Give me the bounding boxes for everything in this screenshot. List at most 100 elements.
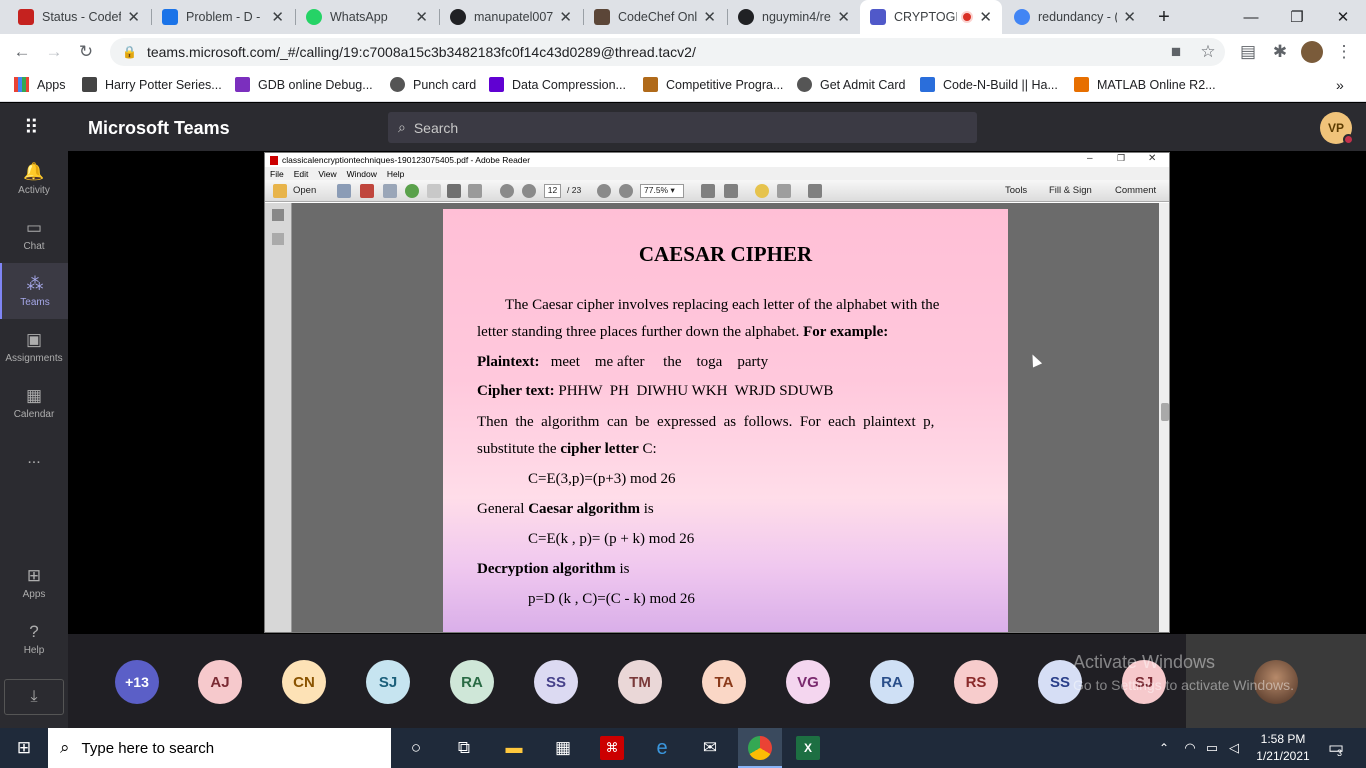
zoom-in-icon[interactable] <box>619 184 633 198</box>
participant-avatar[interactable]: SJ <box>366 660 410 704</box>
participant-avatar[interactable]: RA <box>450 660 494 704</box>
store-icon[interactable]: ▦ <box>551 736 575 760</box>
browser-tab[interactable]: Problem - D - ✕ <box>152 0 294 34</box>
participant-avatar[interactable]: VG <box>786 660 830 704</box>
excel-icon[interactable]: X <box>796 736 820 760</box>
print-icon[interactable] <box>447 184 461 198</box>
zoom-select[interactable]: 77.5% ▾ <box>640 184 684 198</box>
reader-minimize-button[interactable]: – <box>1087 153 1093 164</box>
participant-avatar[interactable]: TM <box>618 660 662 704</box>
next-page-icon[interactable] <box>522 184 536 198</box>
restore-button[interactable]: ❐ <box>1274 0 1320 34</box>
close-icon[interactable]: ✕ <box>837 8 850 26</box>
folder-icon[interactable] <box>273 184 287 198</box>
close-window-button[interactable]: ✕ <box>1320 0 1366 34</box>
puzzle-icon[interactable]: ✱ <box>1268 40 1292 64</box>
url-field[interactable]: 🔒 teams.microsoft.com/_#/calling/19:c700… <box>110 38 1225 66</box>
tools-button[interactable]: Tools <box>1005 185 1027 196</box>
attachments-icon[interactable] <box>272 233 284 245</box>
menu-help[interactable]: Help <box>387 169 404 179</box>
clock-date[interactable]: 1/21/2021 <box>1252 749 1314 763</box>
acrobat-icon[interactable]: ⌘ <box>600 736 624 760</box>
rail-item-apps[interactable]: ⊞ Apps <box>0 555 68 611</box>
bookmark-item[interactable]: Harry Potter Series... <box>82 77 222 92</box>
participant-avatar[interactable]: CN <box>282 660 326 704</box>
menu-file[interactable]: File <box>270 169 284 179</box>
close-icon[interactable]: ✕ <box>127 8 140 26</box>
rail-item-help[interactable]: ? Help <box>0 611 68 667</box>
more-participants-button[interactable]: +13 <box>115 660 159 704</box>
scrollbar-thumb[interactable] <box>1161 403 1169 421</box>
close-icon[interactable]: ✕ <box>559 8 572 26</box>
rail-item-activity[interactable]: 🔔 Activity <box>0 151 68 207</box>
menu-view[interactable]: View <box>318 169 336 179</box>
close-icon[interactable]: ✕ <box>271 8 284 26</box>
participant-avatar[interactable]: RS <box>954 660 998 704</box>
export-icon[interactable] <box>360 184 374 198</box>
bookmark-apps[interactable]: Apps <box>14 77 66 92</box>
bookmark-item[interactable]: Get Admit Card <box>797 77 905 92</box>
browser-tab[interactable]: manupatel007 ✕ <box>440 0 582 34</box>
close-icon[interactable]: ✕ <box>1123 8 1136 26</box>
edge-icon[interactable]: e <box>650 736 674 760</box>
browser-tab[interactable]: redundancy - ( ✕ <box>1004 0 1146 34</box>
windows-start-icon[interactable]: ⊞ <box>12 736 36 760</box>
new-tab-button[interactable]: + <box>1146 0 1182 34</box>
open-button[interactable]: Open <box>293 185 316 196</box>
browser-tab[interactable]: Status - Codef ✕ <box>8 0 150 34</box>
menu-edit[interactable]: Edit <box>294 169 309 179</box>
cortana-icon[interactable]: ○ <box>404 736 428 760</box>
extension-icon[interactable]: ▤ <box>1236 40 1260 64</box>
reader-restore-button[interactable]: ❐ <box>1117 153 1125 164</box>
cloud-icon[interactable] <box>405 184 419 198</box>
mail-icon[interactable]: ✉ <box>698 736 722 760</box>
close-icon[interactable]: ✕ <box>415 8 428 26</box>
search-input[interactable]: ⌕ Search <box>388 112 977 143</box>
profile-avatar[interactable] <box>1300 40 1324 64</box>
vertical-scrollbar[interactable] <box>1159 203 1169 632</box>
participant-avatar[interactable]: RA <box>870 660 914 704</box>
bookmark-item[interactable]: Data Compression... <box>489 77 626 92</box>
menu-icon[interactable]: ⋮ <box>1332 40 1356 64</box>
reader-close-button[interactable]: ✕ <box>1148 153 1156 164</box>
create-pdf-icon[interactable] <box>337 184 351 198</box>
fit-width-icon[interactable] <box>724 184 738 198</box>
rail-item-more[interactable]: ... <box>0 431 68 487</box>
tray-chevron-icon[interactable]: ⌃ <box>1152 736 1176 760</box>
browser-tab[interactable]: CodeChef Onli ✕ <box>584 0 726 34</box>
page-number-input[interactable]: 12 <box>544 184 561 198</box>
battery-icon[interactable]: ▭ <box>1200 736 1224 760</box>
close-icon[interactable]: ✕ <box>979 8 992 26</box>
rail-item-chat[interactable]: ▭ Chat <box>0 207 68 263</box>
close-icon[interactable]: ✕ <box>703 8 716 26</box>
browser-tab[interactable]: WhatsApp ✕ <box>296 0 438 34</box>
task-view-icon[interactable]: ⧉ <box>452 736 476 760</box>
camera-icon[interactable]: ■ <box>1164 40 1188 64</box>
rail-item-calendar[interactable]: ▦ Calendar <box>0 375 68 431</box>
bookmark-star-icon[interactable]: ☆ <box>1196 40 1220 64</box>
avatar[interactable]: VP <box>1320 112 1354 145</box>
bookmark-item[interactable]: Punch card <box>390 77 476 92</box>
menu-window[interactable]: Window <box>347 169 377 179</box>
bookmark-item[interactable]: Competitive Progra... <box>643 77 783 92</box>
sign-icon[interactable] <box>777 184 791 198</box>
comment-bubble-icon[interactable] <box>755 184 769 198</box>
prev-page-icon[interactable] <box>500 184 514 198</box>
volume-icon[interactable]: ◁ <box>1222 736 1246 760</box>
save-icon[interactable] <box>427 184 441 198</box>
rail-item-teams[interactable]: ⁂ Teams <box>0 263 68 319</box>
browser-tab[interactable]: nguymin4/reac ✕ <box>728 0 860 34</box>
read-mode-icon[interactable] <box>808 184 822 198</box>
email-icon[interactable] <box>468 184 482 198</box>
clock-time[interactable]: 1:58 PM <box>1258 732 1308 746</box>
taskbar-search-input[interactable]: ⌕ Type here to search <box>48 728 391 768</box>
comment-button[interactable]: Comment <box>1115 185 1156 196</box>
participant-avatar[interactable]: AJ <box>198 660 242 704</box>
notification-center-icon[interactable]: ▭ <box>1324 736 1348 760</box>
forward-icon[interactable]: → <box>42 40 66 64</box>
chrome-taskbar-button[interactable] <box>738 728 782 768</box>
minimize-button[interactable]: — <box>1228 0 1274 34</box>
bookmark-item[interactable]: Code-N-Build || Ha... <box>920 77 1058 92</box>
participant-avatar[interactable]: SS <box>534 660 578 704</box>
bookmark-item[interactable]: GDB online Debug... <box>235 77 373 92</box>
